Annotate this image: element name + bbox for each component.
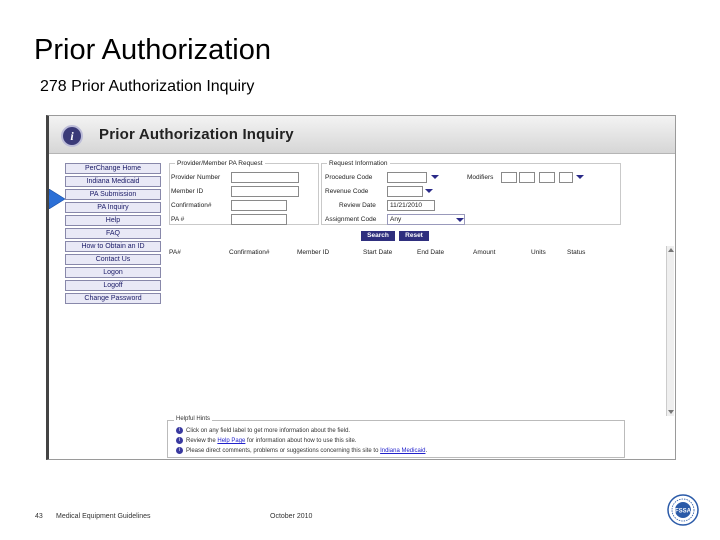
modifier-dropdown-icon[interactable] [576,175,584,179]
confirmation-label[interactable]: Confirmation# [171,202,211,209]
modifier-input-4[interactable] [559,172,573,183]
revenue-code-label[interactable]: Revenue Code [325,188,368,195]
column-header-member-id: Member ID [297,249,330,256]
sidebar-nav: PerChange Home Indiana Medicaid PA Submi… [65,163,161,306]
column-header-status: Status [567,249,586,256]
slide-title: Prior Authorization [34,34,271,66]
nav-item-contact-us[interactable]: Contact Us [65,254,161,265]
modifier-input-1[interactable] [501,172,517,183]
nav-item-pa-inquiry[interactable]: PA Inquiry [65,202,161,213]
column-header-confirmation: Confirmation# [229,249,270,256]
nav-item-perchange-home[interactable]: PerChange Home [65,163,161,174]
info-icon: i [176,447,183,454]
scroll-down-icon[interactable] [668,410,674,414]
nav-item-faq[interactable]: FAQ [65,228,161,239]
info-circle-icon: i [61,125,83,147]
column-header-amount: Amount [473,249,496,256]
footer-section: Medical Equipment Guidelines [56,513,151,520]
page-title: Prior Authorization Inquiry [99,126,294,143]
indiana-medicaid-link[interactable]: Indiana Medicaid [380,448,425,454]
confirmation-input[interactable] [231,200,287,211]
assignment-code-dropdown-icon[interactable] [456,218,464,222]
search-button[interactable]: Search [361,231,395,241]
column-header-end-date: End Date [417,249,445,256]
revenue-code-dropdown-icon[interactable] [425,189,433,193]
request-section-heading: Request Information [327,160,390,167]
review-date-label[interactable]: Review Date [339,202,376,209]
nav-item-obtain-id[interactable]: How to Obtain an ID [65,241,161,252]
nav-item-help[interactable]: Help [65,215,161,226]
procedure-code-dropdown-icon[interactable] [431,175,439,179]
hint-item: i Please direct comments, problems or sug… [176,447,427,454]
pa-number-input[interactable] [231,214,287,225]
assignment-code-label[interactable]: Assignment Code [325,216,376,223]
svg-text:FSSA: FSSA [675,509,692,515]
member-id-label[interactable]: Member ID [171,188,203,195]
app-window: i Prior Authorization Inquiry PerChange … [46,115,676,460]
scroll-up-icon[interactable] [668,248,674,252]
footer-page-number: 43 [35,513,43,520]
reset-button[interactable]: Reset [399,231,429,241]
modifier-input-2[interactable] [519,172,535,183]
app-header: i Prior Authorization Inquiry [49,116,675,154]
column-header-units: Units [531,249,546,256]
nav-item-indiana-medicaid[interactable]: Indiana Medicaid [65,176,161,187]
fssa-seal-icon: FSSA [667,494,699,526]
revenue-code-input[interactable] [387,186,423,197]
info-icon: i [176,427,183,434]
procedure-code-label[interactable]: Procedure Code [325,174,372,181]
nav-item-logoff[interactable]: Logoff [65,280,161,291]
column-header-start-date: Start Date [363,249,393,256]
procedure-code-input[interactable] [387,172,427,183]
member-id-input[interactable] [231,186,299,197]
slide-subtitle: 278 Prior Authorization Inquiry [40,78,255,95]
hint-item: i Click on any field label to get more in… [176,427,350,434]
modifier-input-3[interactable] [539,172,555,183]
review-date-input[interactable]: 11/21/2010 [387,200,435,211]
provider-number-label[interactable]: Provider Number [171,174,220,181]
nav-item-change-password[interactable]: Change Password [65,293,161,304]
footer-date: October 2010 [270,513,313,520]
results-scrollbar[interactable] [666,246,674,416]
assignment-code-select[interactable]: Any [387,214,465,225]
nav-item-pa-submission[interactable]: PA Submission [65,189,161,200]
modifiers-label[interactable]: Modifiers [467,174,493,181]
provider-section-heading: Provider/Member PA Request [175,160,265,167]
info-icon: i [176,437,183,444]
pa-number-label[interactable]: PA # [171,216,184,223]
column-header-pa: PA# [169,249,181,256]
hint-item: i Review the Help Page for information ab… [176,437,356,444]
help-page-link[interactable]: Help Page [217,438,245,444]
helpful-hints-title: Helpful Hints [174,416,213,422]
provider-number-input[interactable] [231,172,299,183]
helpful-hints-panel: Helpful Hints i Click on any field label … [167,416,625,458]
pointer-arrow-icon [49,189,65,209]
nav-item-logon[interactable]: Logon [65,267,161,278]
